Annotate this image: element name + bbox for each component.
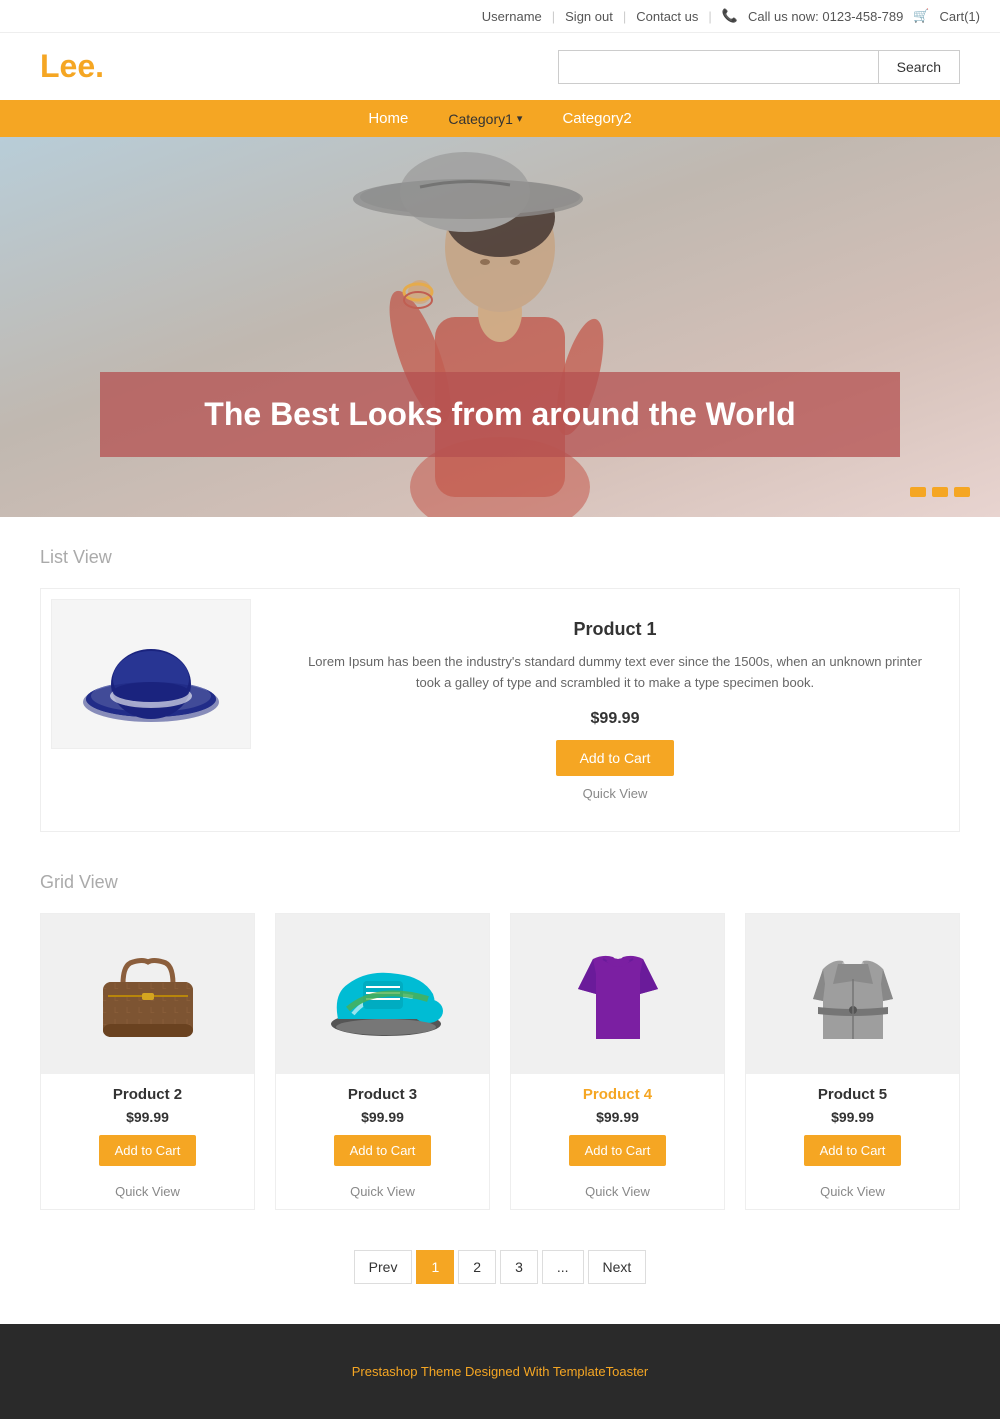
product1-description: Lorem Ipsum has been the industry's stan… bbox=[301, 652, 929, 694]
product1-image bbox=[51, 599, 251, 749]
product2-quick-view[interactable]: Quick View bbox=[41, 1184, 254, 1199]
chevron-down-icon: ▾ bbox=[517, 112, 523, 125]
list-view-title: List View bbox=[40, 547, 960, 568]
pagination-page-3[interactable]: 3 bbox=[500, 1250, 538, 1284]
product4-name: Product 4 bbox=[511, 1086, 724, 1103]
pagination-page-2[interactable]: 2 bbox=[458, 1250, 496, 1284]
top-bar: Username | Sign out | Contact us | 📞 Cal… bbox=[0, 0, 1000, 33]
pagination: Prev 1 2 3 ... Next bbox=[40, 1250, 960, 1284]
product4-quick-view[interactable]: Quick View bbox=[511, 1184, 724, 1199]
product5-add-to-cart[interactable]: Add to Cart bbox=[804, 1135, 902, 1166]
product4-price: $99.99 bbox=[511, 1109, 724, 1125]
product2-price: $99.99 bbox=[41, 1109, 254, 1125]
grid-product-4: Product 4 $99.99 Add to Cart Quick View bbox=[510, 913, 725, 1210]
logo-text: Lee bbox=[40, 48, 95, 84]
logo-dot: . bbox=[95, 48, 104, 84]
grid-view-title: Grid View bbox=[40, 872, 960, 893]
pagination-ellipsis: ... bbox=[542, 1250, 584, 1284]
product2-name: Product 2 bbox=[41, 1086, 254, 1103]
product1-price: $99.99 bbox=[301, 710, 929, 728]
hero-dot-2[interactable] bbox=[932, 487, 948, 497]
nav-category2[interactable]: Category2 bbox=[562, 110, 631, 127]
search-input[interactable] bbox=[558, 50, 878, 84]
nav-category1-label: Category1 bbox=[448, 111, 513, 127]
signout-link[interactable]: Sign out bbox=[565, 9, 613, 24]
hero-dots bbox=[910, 487, 970, 497]
main-content: List View Product 1 Lorem Ipsum has been… bbox=[20, 547, 980, 1284]
product4-add-to-cart[interactable]: Add to Cart bbox=[569, 1135, 667, 1166]
product1-hat-icon bbox=[81, 624, 221, 724]
cart-link[interactable]: Cart(1) bbox=[940, 9, 980, 24]
separator-3: | bbox=[708, 9, 711, 24]
main-nav: Home Category1 ▾ Category2 bbox=[0, 100, 1000, 137]
product5-name: Product 5 bbox=[746, 1086, 959, 1103]
product1-add-to-cart[interactable]: Add to Cart bbox=[556, 740, 675, 776]
hero-dot-1[interactable] bbox=[910, 487, 926, 497]
product5-price: $99.99 bbox=[746, 1109, 959, 1125]
separator-1: | bbox=[552, 9, 555, 24]
footer: Prestashop Theme Designed With TemplateT… bbox=[0, 1324, 1000, 1419]
grid-product-2: L Product 2 $99.99 Add to Cart Quick Vie… bbox=[40, 913, 255, 1210]
separator-2: | bbox=[623, 9, 626, 24]
product3-add-to-cart[interactable]: Add to Cart bbox=[334, 1135, 432, 1166]
product2-add-to-cart[interactable]: Add to Cart bbox=[99, 1135, 197, 1166]
product1-quick-view[interactable]: Quick View bbox=[301, 786, 929, 801]
cart-icon: 🛒 bbox=[913, 8, 929, 24]
hero-title: The Best Looks from around the World bbox=[160, 396, 840, 433]
product3-price: $99.99 bbox=[276, 1109, 489, 1125]
search-button[interactable]: Search bbox=[878, 50, 960, 84]
search-bar: Search bbox=[558, 50, 960, 84]
grid-product-3: Product 3 $99.99 Add to Cart Quick View bbox=[275, 913, 490, 1210]
product1-info: Product 1 Lorem Ipsum has been the indus… bbox=[281, 599, 949, 821]
hero-dot-3[interactable] bbox=[954, 487, 970, 497]
product2-image: L bbox=[41, 914, 254, 1074]
grid-product-5: Product 5 $99.99 Add to Cart Quick View bbox=[745, 913, 960, 1210]
nav-home[interactable]: Home bbox=[368, 110, 408, 127]
username-label[interactable]: Username bbox=[482, 9, 542, 24]
product2-handbag-icon: L bbox=[88, 944, 208, 1044]
contact-link[interactable]: Contact us bbox=[636, 9, 698, 24]
product5-jacket-icon bbox=[803, 939, 903, 1049]
product3-quick-view[interactable]: Quick View bbox=[276, 1184, 489, 1199]
pagination-page-1[interactable]: 1 bbox=[416, 1250, 454, 1284]
phone-icon: 📞 bbox=[722, 8, 738, 24]
phone-label: Call us now: 0123-458-789 bbox=[748, 9, 903, 24]
product4-image bbox=[511, 914, 724, 1074]
pagination-prev[interactable]: Prev bbox=[354, 1250, 413, 1284]
product4-tshirt-icon bbox=[568, 939, 668, 1049]
hero-text-box: The Best Looks from around the World bbox=[100, 372, 900, 457]
product1-name: Product 1 bbox=[301, 619, 929, 640]
pagination-next[interactable]: Next bbox=[588, 1250, 647, 1284]
footer-text: Prestashop Theme Designed With TemplateT… bbox=[20, 1364, 980, 1379]
product3-sneaker-icon bbox=[318, 949, 448, 1039]
hero-image bbox=[290, 137, 710, 517]
product3-image bbox=[276, 914, 489, 1074]
hero-banner: The Best Looks from around the World bbox=[0, 137, 1000, 517]
product5-quick-view[interactable]: Quick View bbox=[746, 1184, 959, 1199]
logo[interactable]: Lee. bbox=[40, 48, 104, 85]
grid-view-container: L Product 2 $99.99 Add to Cart Quick Vie… bbox=[40, 913, 960, 1210]
product5-image bbox=[746, 914, 959, 1074]
list-view-container: Product 1 Lorem Ipsum has been the indus… bbox=[40, 588, 960, 832]
nav-category1[interactable]: Category1 ▾ bbox=[448, 111, 522, 127]
header: Lee. Search bbox=[0, 33, 1000, 100]
product3-name: Product 3 bbox=[276, 1086, 489, 1103]
